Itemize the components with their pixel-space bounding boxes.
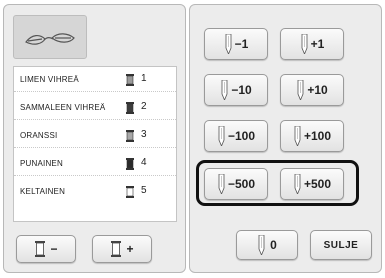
highlight-frame [196,160,359,206]
needle-icon [258,235,265,255]
thread-number: 3 [141,129,147,140]
needle-icon [297,80,304,100]
plus-1-button[interactable]: +1 [280,28,344,60]
thread-number: 2 [141,101,147,112]
needle-icon [301,34,308,54]
thread-spool-icon [111,241,122,257]
color-increase-button[interactable]: + [92,235,152,263]
thread-name: SAMMALEEN VIHREÄ [20,103,106,112]
button-label: +100 [303,129,332,143]
color-decrease-button[interactable]: − [16,235,76,263]
minus-label: − [50,242,58,256]
thread-name: KELTAINEN [20,187,66,196]
thread-row[interactable]: PUNAINEN 4 [14,153,176,176]
plus-label: + [126,242,134,256]
thread-row[interactable]: SAMMALEEN VIHREÄ 2 [14,97,176,120]
needle-icon [221,80,228,100]
embroidery-preview-thumbnail [13,15,87,59]
thread-spool-icon [126,74,134,86]
button-label: −100 [227,129,256,143]
thread-spool-icon [126,102,134,114]
needle-icon [294,126,301,146]
thread-number: 1 [141,73,147,84]
thread-color-list: LIMEN VIHREÄ 1 SAMMALEEN VIHREÄ 2 ORANSS… [13,66,177,222]
thread-spool-icon [126,186,134,198]
thread-spool-icon [126,130,134,142]
plus-10-button[interactable]: +10 [280,74,344,106]
minus-10-button[interactable]: −10 [204,74,268,106]
left-panel: LIMEN VIHREÄ 1 SAMMALEEN VIHREÄ 2 ORANSS… [3,4,186,273]
embroidery-design-icon [25,33,75,45]
thread-name: LIMEN VIHREÄ [20,75,79,84]
thread-name: ORANSSI [20,131,58,140]
button-label: 0 [270,238,277,252]
button-label: −10 [231,83,252,97]
minus-100-button[interactable]: −100 [204,120,268,152]
minus-1-button[interactable]: −1 [204,28,268,60]
plus-100-button[interactable]: +100 [280,120,344,152]
button-label: SULJE [323,239,359,251]
needle-icon [218,126,225,146]
thread-spool-icon [35,241,46,257]
reset-zero-button[interactable]: 0 [236,230,298,260]
needle-icon [225,34,232,54]
thread-row[interactable]: ORANSSI 3 [14,125,176,148]
thread-name: PUNAINEN [20,159,63,168]
button-label: −1 [234,37,249,51]
close-button[interactable]: SULJE [310,230,372,260]
thread-row[interactable]: LIMEN VIHREÄ 1 [14,69,176,92]
thread-number: 5 [141,185,147,196]
thread-number: 4 [141,157,147,168]
thread-row[interactable]: KELTAINEN 5 [14,181,176,203]
button-label: +1 [310,37,325,51]
thread-spool-icon [126,158,134,170]
embroidery-thread-screen: LIMEN VIHREÄ 1 SAMMALEEN VIHREÄ 2 ORANSS… [0,0,385,278]
button-label: +10 [307,83,328,97]
